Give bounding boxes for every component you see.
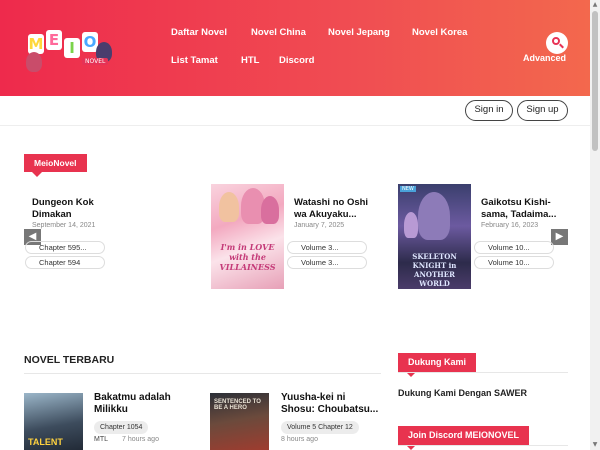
latest-novel-meta: MTL 7 hours ago xyxy=(94,436,159,443)
advanced-search-link[interactable]: Advanced xyxy=(523,53,566,63)
search-button[interactable] xyxy=(546,32,568,54)
sidebar-divider xyxy=(398,445,568,446)
chapter-link[interactable]: Volume 10... xyxy=(474,241,554,254)
chapter-link[interactable]: Volume 3... xyxy=(287,241,367,254)
page: M E I O NOVEL Daftar Novel Novel China N… xyxy=(0,0,600,450)
featured-card-title[interactable]: Gaikotsu Kishi-sama, Tadaima... xyxy=(481,197,563,221)
featured-card-title[interactable]: Watashi no Oshi wa Akuyaku... xyxy=(294,197,376,221)
novel-type: MTL xyxy=(94,436,108,443)
signin-button[interactable]: Sign in xyxy=(465,100,513,121)
featured-card-date: September 14, 2021 xyxy=(32,222,96,229)
site-logo[interactable]: M E I O NOVEL xyxy=(24,28,116,74)
nav-daftar-novel[interactable]: Daftar Novel xyxy=(171,27,227,38)
chapter-link[interactable]: Volume 10... xyxy=(474,256,554,269)
latest-novel-title[interactable]: Yuusha-kei ni Shosu: Choubatsu... xyxy=(281,392,381,416)
logo-letter: E xyxy=(46,30,62,50)
novel-cover[interactable]: SENTENCED TO BE A HERO xyxy=(210,393,269,450)
featured-card-date: February 16, 2023 xyxy=(481,222,539,229)
page-scrollbar[interactable]: ▲ ▼ xyxy=(590,0,600,450)
nav-novel-china[interactable]: Novel China xyxy=(251,27,306,38)
update-time: 8 hours ago xyxy=(281,436,318,443)
cover-title: I'm in LOVE with the VILLAINESS xyxy=(219,242,276,272)
nav-list-tamat[interactable]: List Tamat xyxy=(171,55,218,66)
latest-novel-title[interactable]: Bakatmu adalah Milikku xyxy=(94,392,186,416)
sidebar-label-dukung-kami: Dukung Kami xyxy=(398,353,477,377)
chapter-link[interactable]: Volume 3... xyxy=(287,256,367,269)
cover-title: TALENT xyxy=(28,437,63,447)
logo-letter: M xyxy=(28,34,44,54)
support-sawer-link[interactable]: Dukung Kami Dengan SAWER xyxy=(398,388,527,398)
latest-chapter-chip[interactable]: Chapter 1054 xyxy=(94,421,149,434)
new-badge: NEW xyxy=(400,186,416,192)
nav-novel-korea[interactable]: Novel Korea xyxy=(412,27,467,38)
scroll-up-icon[interactable]: ▲ xyxy=(590,0,600,10)
section-title-novel-terbaru: NOVEL TERBARU xyxy=(24,354,115,366)
novel-cover[interactable]: TALENT xyxy=(24,393,83,450)
sidebar-divider xyxy=(398,372,568,373)
featured-card-date: January 7, 2025 xyxy=(294,222,345,229)
section-label-meionovel: MeioNovel xyxy=(24,154,87,177)
novel-cover[interactable]: NEW SKELETON KNIGHT in ANOTHER WORLD xyxy=(398,184,471,289)
novel-cover[interactable]: I'm in LOVE with the VILLAINESS xyxy=(211,184,284,289)
chapter-link[interactable]: Chapter 594 xyxy=(25,256,105,269)
update-time: 7 hours ago xyxy=(122,436,159,443)
chapter-link[interactable]: Chapter 595... xyxy=(25,241,105,254)
nav-novel-jepang[interactable]: Novel Jepang xyxy=(328,27,390,38)
nav-discord[interactable]: Discord xyxy=(279,55,314,66)
scroll-down-icon[interactable]: ▼ xyxy=(590,440,600,450)
header-divider xyxy=(0,125,590,126)
cover-title: SKELETON KNIGHT in ANOTHER WORLD xyxy=(412,252,457,288)
chevron-right-icon[interactable]: ▶ xyxy=(551,229,568,245)
latest-novel-meta: 8 hours ago xyxy=(281,436,318,443)
latest-chapter-chip[interactable]: Volume 5 Chapter 12 xyxy=(281,421,359,434)
logo-letter: I xyxy=(64,38,80,58)
logo-tag: NOVEL xyxy=(82,58,109,65)
section-divider xyxy=(24,373,381,374)
scrollbar-thumb[interactable] xyxy=(592,11,598,151)
site-header: M E I O NOVEL Daftar Novel Novel China N… xyxy=(0,0,590,96)
featured-card-title[interactable]: Dungeon Kok Dimakan xyxy=(32,197,114,221)
nav-htl[interactable]: HTL xyxy=(241,55,259,66)
logo-mascot-icon xyxy=(26,52,42,72)
cover-title: SENTENCED TO BE A HERO xyxy=(214,399,261,411)
sidebar-label-join-discord[interactable]: Join Discord MEIONOVEL xyxy=(398,426,530,450)
signup-button[interactable]: Sign up xyxy=(517,100,568,121)
